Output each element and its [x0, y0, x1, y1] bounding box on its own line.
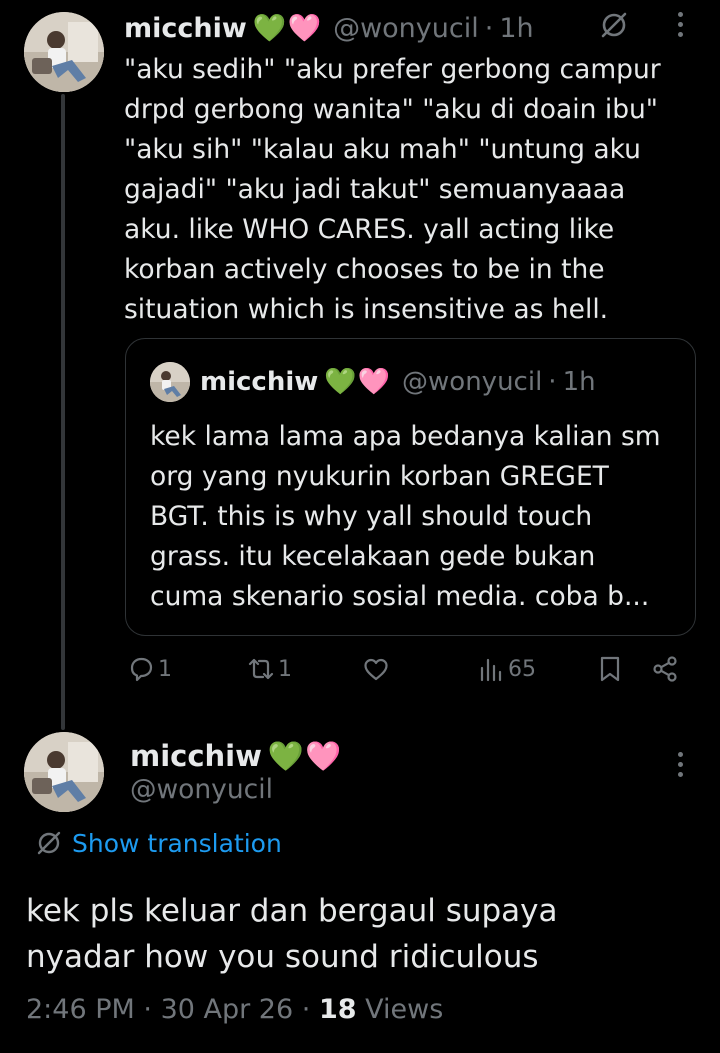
handle[interactable]: @wonyucil: [333, 13, 479, 44]
repost-count: 1: [278, 656, 292, 682]
translate-icon: [37, 831, 61, 855]
main-more-icon[interactable]: [676, 752, 684, 782]
quoted-name-emojis: 💚 🩷: [324, 369, 390, 395]
reply-count: 1: [158, 656, 172, 682]
quoted-display-name: micchiw: [200, 367, 319, 397]
tweet-header: micchiw 💚 🩷 @wonyucil · 1h: [124, 8, 534, 48]
quoted-tweet-text: kek lama lama apa bedanya kalian sm org …: [150, 417, 680, 617]
main-tweet-name-row: micchiw 💚 🩷: [130, 736, 341, 776]
separator: ·: [548, 367, 557, 397]
separator: ·: [301, 994, 311, 1025]
translate-icon[interactable]: [598, 9, 630, 41]
repost-button[interactable]: 1: [246, 654, 292, 684]
quoted-text-line: grass. itu kecelakaan gede bukan: [150, 541, 596, 572]
quoted-text-line: BGT. this is why yall should touch: [150, 501, 593, 532]
main-handle[interactable]: @wonyucil: [130, 774, 273, 805]
quoted-text-line: org yang nyukurin korban GREGET: [150, 461, 609, 492]
views-label: Views: [365, 994, 444, 1025]
share-icon: [653, 656, 677, 682]
main-display-name[interactable]: micchiw: [130, 739, 262, 773]
tweet-time[interactable]: 2:46 PM: [26, 994, 135, 1025]
tweet-date[interactable]: 30 Apr 26: [161, 994, 294, 1025]
thread-connector-line: [61, 94, 65, 730]
separator: ·: [143, 994, 152, 1025]
bookmark-button[interactable]: [595, 654, 625, 684]
tweet-text-line: "aku sedih" "aku prefer gerbong campur: [124, 54, 661, 85]
quoted-handle: @wonyucil: [402, 367, 543, 397]
reply-icon: [130, 657, 153, 682]
green-heart-emoji: 💚: [267, 738, 305, 773]
show-translation-label: Show translation: [72, 828, 282, 858]
views-count: 65: [508, 656, 536, 682]
tweet-text-line: gajadi" "aku jadi takut" semuanyaaaa: [124, 174, 626, 205]
quoted-tweet-card[interactable]: micchiw 💚 🩷 @wonyucil · 1h kek lama lama…: [125, 338, 696, 636]
display-name[interactable]: micchiw: [124, 13, 247, 44]
quoted-text-line: cuma skenario sosial media. coba b...: [150, 581, 650, 612]
more-icon[interactable]: [676, 12, 684, 42]
tweet-text: "aku sedih" "aku prefer gerbong campur d…: [124, 50, 684, 330]
like-icon: [364, 658, 388, 681]
quoted-text-line: kek lama lama apa bedanya kalian sm: [150, 421, 661, 452]
tweet-text-line: drpd gerbong wanita" "aku di doain ibu": [124, 94, 658, 125]
quoted-tweet-header: micchiw 💚 🩷 @wonyucil · 1h: [150, 362, 596, 402]
name-emojis: 💚 🩷: [253, 15, 321, 42]
separator: ·: [484, 12, 494, 44]
reply-button[interactable]: 1: [126, 654, 172, 684]
show-translation-link[interactable]: Show translation: [34, 828, 282, 858]
avatar[interactable]: [24, 12, 104, 92]
main-text-line: nyadar how you sound ridiculous: [26, 939, 539, 975]
green-heart-emoji: 💚: [252, 12, 287, 44]
bookmark-icon: [600, 656, 620, 682]
tweet-text-line: situation which is insensitive as hell.: [124, 294, 609, 325]
tweet-text-line: korban actively chooses to be in the: [124, 254, 605, 285]
tweet-text-line: aku. like WHO CARES. yall acting like: [124, 214, 615, 245]
main-tweet-text: kek pls keluar dan bergaul supaya nyadar…: [26, 888, 706, 980]
repost-icon: [248, 658, 274, 680]
quoted-timestamp: 1h: [562, 367, 596, 397]
quoted-avatar: [150, 362, 190, 402]
like-button[interactable]: [361, 654, 393, 684]
views-icon: [480, 658, 502, 682]
tweet-action-bar: 1 1 65: [124, 654, 684, 694]
tweet-text-line: "aku sih" "kalau aku mah" "untung aku: [124, 134, 641, 165]
main-avatar[interactable]: [24, 732, 104, 812]
timestamp[interactable]: 1h: [499, 13, 533, 44]
views-total: 18: [318, 994, 357, 1025]
pink-heart-emoji: 🩷: [287, 12, 322, 44]
green-heart-emoji: 💚: [324, 367, 357, 397]
main-text-line: kek pls keluar dan bergaul supaya: [26, 893, 558, 929]
main-name-emojis: 💚 🩷: [267, 738, 342, 773]
tweet-metadata: 2:46 PM · 30 Apr 26 · 18 Views: [26, 994, 443, 1025]
pink-heart-emoji: 🩷: [305, 738, 342, 773]
share-button[interactable]: [650, 654, 680, 684]
pink-heart-emoji: 🩷: [357, 367, 391, 397]
views-button[interactable]: 65: [476, 654, 536, 684]
